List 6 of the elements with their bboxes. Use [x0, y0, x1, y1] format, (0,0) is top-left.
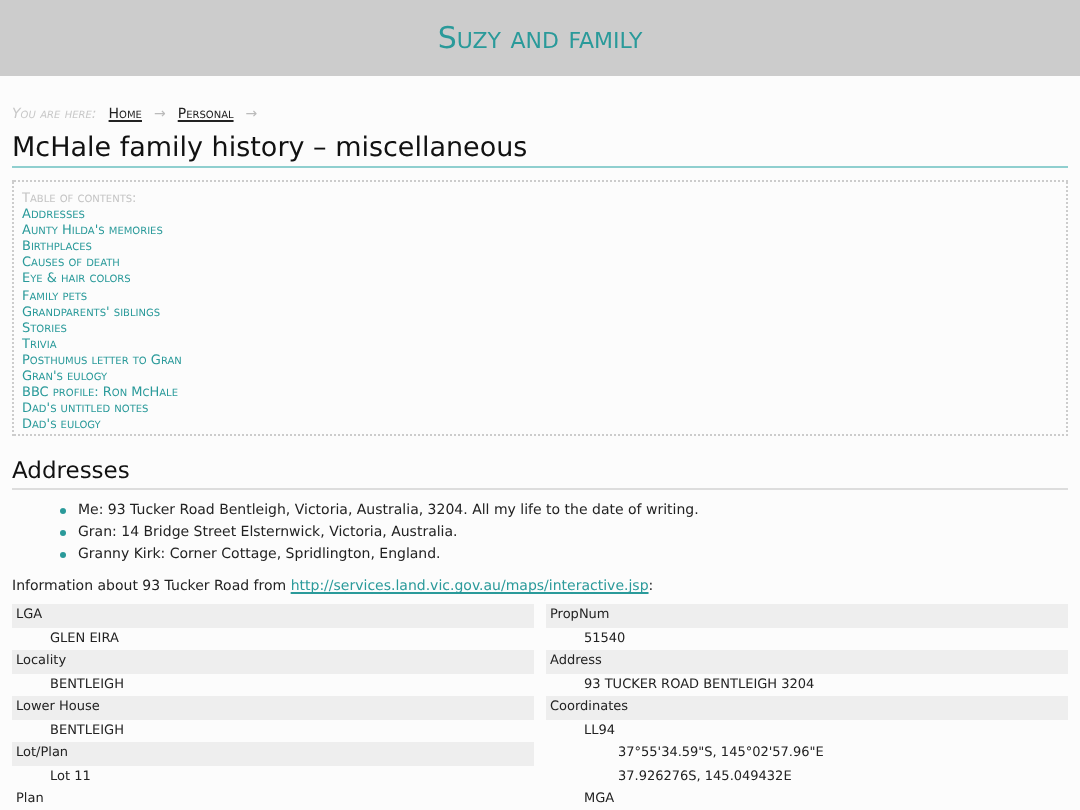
- section-heading: Addresses: [12, 456, 1068, 490]
- page-title: McHale family history – miscellaneous: [12, 132, 1068, 168]
- bullet-icon: [60, 552, 66, 558]
- bullet-icon: [60, 530, 66, 536]
- site-title: Suzy and family: [437, 20, 643, 56]
- bullet-icon: [60, 508, 66, 514]
